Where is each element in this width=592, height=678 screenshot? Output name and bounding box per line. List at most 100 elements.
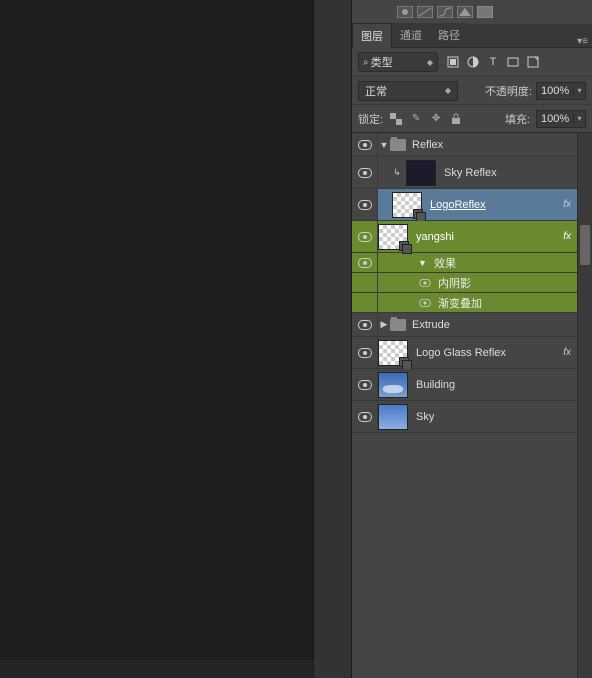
layer-name[interactable]: LogoReflex	[430, 199, 486, 211]
lock-transparency-icon[interactable]	[389, 112, 403, 126]
adjustment-presets-row	[352, 0, 592, 24]
layer-thumbnail[interactable]	[406, 160, 436, 186]
preset-icon-3[interactable]	[436, 5, 454, 19]
lock-pixels-icon[interactable]: ✎	[409, 112, 423, 126]
scrollbar-thumb[interactable]	[580, 225, 590, 265]
lock-fill-row: 锁定: ✎ ✥ 填充: 100% ▾	[352, 104, 592, 132]
layer-logo-glass-reflex[interactable]: Logo Glass Reflex fx	[352, 337, 592, 369]
chevron-down-icon[interactable]: ▾	[573, 86, 585, 95]
fx-inner-shadow[interactable]: 内阴影	[352, 273, 592, 293]
visibility-toggle[interactable]	[352, 293, 378, 312]
preset-icon-2[interactable]	[416, 5, 434, 19]
eye-icon	[358, 168, 372, 178]
fx-effects-header[interactable]: ▼ 效果	[352, 253, 592, 273]
layer-group-reflex[interactable]: ▼ Reflex	[352, 133, 592, 157]
panel-dock-gap	[313, 0, 352, 678]
fx-label: 渐变叠加	[438, 295, 482, 311]
layers-panel: 图层 通道 路径 ▾≡ ⌕ 类型 ◆ T 正常 ◆ 不透明度: 100% ▾ 锁…	[352, 0, 592, 678]
layer-name: Sky Reflex	[444, 167, 497, 179]
opacity-input[interactable]: 100% ▾	[536, 82, 586, 100]
layer-yangshi[interactable]: yangshi fx	[352, 221, 592, 253]
filter-pixel-icon[interactable]	[446, 55, 460, 69]
filter-adjustment-icon[interactable]	[466, 55, 480, 69]
fx-badge[interactable]: fx	[560, 347, 574, 358]
chevron-down-icon: ◆	[445, 86, 451, 95]
eye-icon	[358, 258, 372, 268]
fx-badge[interactable]: fx	[560, 199, 574, 210]
fx-badge[interactable]: fx	[560, 231, 574, 242]
clip-icon: ↳	[392, 167, 402, 178]
chevron-down-icon[interactable]: ▾	[573, 114, 585, 123]
layer-sky[interactable]: Sky	[352, 401, 592, 433]
filter-type-icon[interactable]: T	[486, 55, 500, 69]
visibility-toggle[interactable]	[352, 369, 378, 400]
visibility-toggle[interactable]	[352, 337, 378, 368]
eye-icon	[419, 299, 430, 307]
preset-icon-1[interactable]	[396, 5, 414, 19]
layer-thumbnail[interactable]	[392, 192, 422, 218]
fx-gradient-overlay[interactable]: 渐变叠加	[352, 293, 592, 313]
filter-smartobject-icon[interactable]	[526, 55, 540, 69]
layer-logo-reflex[interactable]: LogoReflex fx	[352, 189, 592, 221]
visibility-toggle[interactable]	[352, 133, 378, 156]
preset-icon-5[interactable]	[476, 5, 494, 19]
visibility-toggle[interactable]	[418, 298, 432, 308]
eye-icon	[419, 279, 430, 287]
tab-paths[interactable]: 路径	[430, 23, 468, 47]
layer-name: yangshi	[416, 231, 454, 243]
lock-all-icon[interactable]	[449, 112, 463, 126]
filter-type-dropdown[interactable]: ⌕ 类型 ◆	[358, 52, 438, 72]
visibility-toggle[interactable]	[352, 253, 378, 272]
tab-layers[interactable]: 图层	[352, 23, 392, 48]
collapse-toggle[interactable]: ▶	[378, 319, 390, 330]
visibility-toggle[interactable]	[352, 401, 378, 432]
layer-name: Reflex	[412, 139, 443, 151]
filter-shape-icon[interactable]	[506, 55, 520, 69]
fill-label[interactable]: 填充:	[505, 111, 530, 127]
canvas-area	[0, 0, 313, 678]
visibility-toggle[interactable]	[352, 189, 378, 220]
eye-icon	[358, 232, 372, 242]
visibility-toggle[interactable]	[352, 157, 378, 188]
layer-group-extrude[interactable]: ▶ Extrude	[352, 313, 592, 337]
filter-label: 类型	[371, 54, 427, 70]
tab-channels[interactable]: 通道	[392, 23, 430, 47]
panel-menu-icon[interactable]: ▾≡	[577, 36, 588, 47]
filter-row: ⌕ 类型 ◆ T	[352, 48, 592, 76]
layer-building[interactable]: Building	[352, 369, 592, 401]
opacity-label[interactable]: 不透明度:	[485, 83, 532, 99]
search-icon: ⌕	[363, 57, 369, 68]
folder-icon	[390, 319, 406, 331]
visibility-toggle[interactable]	[352, 221, 378, 252]
blend-mode-dropdown[interactable]: 正常 ◆	[358, 81, 458, 101]
layer-name: Logo Glass Reflex	[416, 347, 506, 359]
layer-thumbnail[interactable]	[378, 372, 408, 398]
panel-tabs: 图层 通道 路径 ▾≡	[352, 24, 592, 48]
lock-label: 锁定:	[358, 111, 383, 127]
collapse-toggle[interactable]: ▼	[378, 140, 390, 150]
blend-opacity-row: 正常 ◆ 不透明度: 100% ▾	[352, 76, 592, 104]
chevron-down-icon: ◆	[427, 58, 433, 67]
visibility-toggle[interactable]	[418, 278, 432, 288]
visibility-toggle[interactable]	[352, 313, 378, 336]
fill-input[interactable]: 100% ▾	[536, 110, 586, 128]
eye-icon	[358, 200, 372, 210]
layer-thumbnail[interactable]	[378, 404, 408, 430]
lock-position-icon[interactable]: ✥	[429, 112, 443, 126]
preset-icon-4[interactable]	[456, 5, 474, 19]
layer-thumbnail[interactable]	[378, 224, 408, 250]
eye-icon	[358, 380, 372, 390]
layer-name: Extrude	[412, 319, 450, 331]
layer-name: Sky	[416, 411, 434, 423]
layers-list[interactable]: ▼ Reflex ↳ Sky Reflex LogoReflex fx	[352, 132, 592, 678]
fill-value: 100%	[537, 113, 573, 125]
layer-sky-reflex[interactable]: ↳ Sky Reflex	[352, 157, 592, 189]
layer-thumbnail[interactable]	[378, 340, 408, 366]
layer-name: Building	[416, 379, 455, 391]
blend-mode-label: 正常	[365, 83, 445, 99]
visibility-toggle[interactable]	[352, 273, 378, 292]
eye-icon	[358, 412, 372, 422]
fx-label: 效果	[434, 255, 456, 271]
collapse-toggle[interactable]: ▼	[418, 258, 430, 268]
fx-label: 内阴影	[438, 275, 471, 291]
